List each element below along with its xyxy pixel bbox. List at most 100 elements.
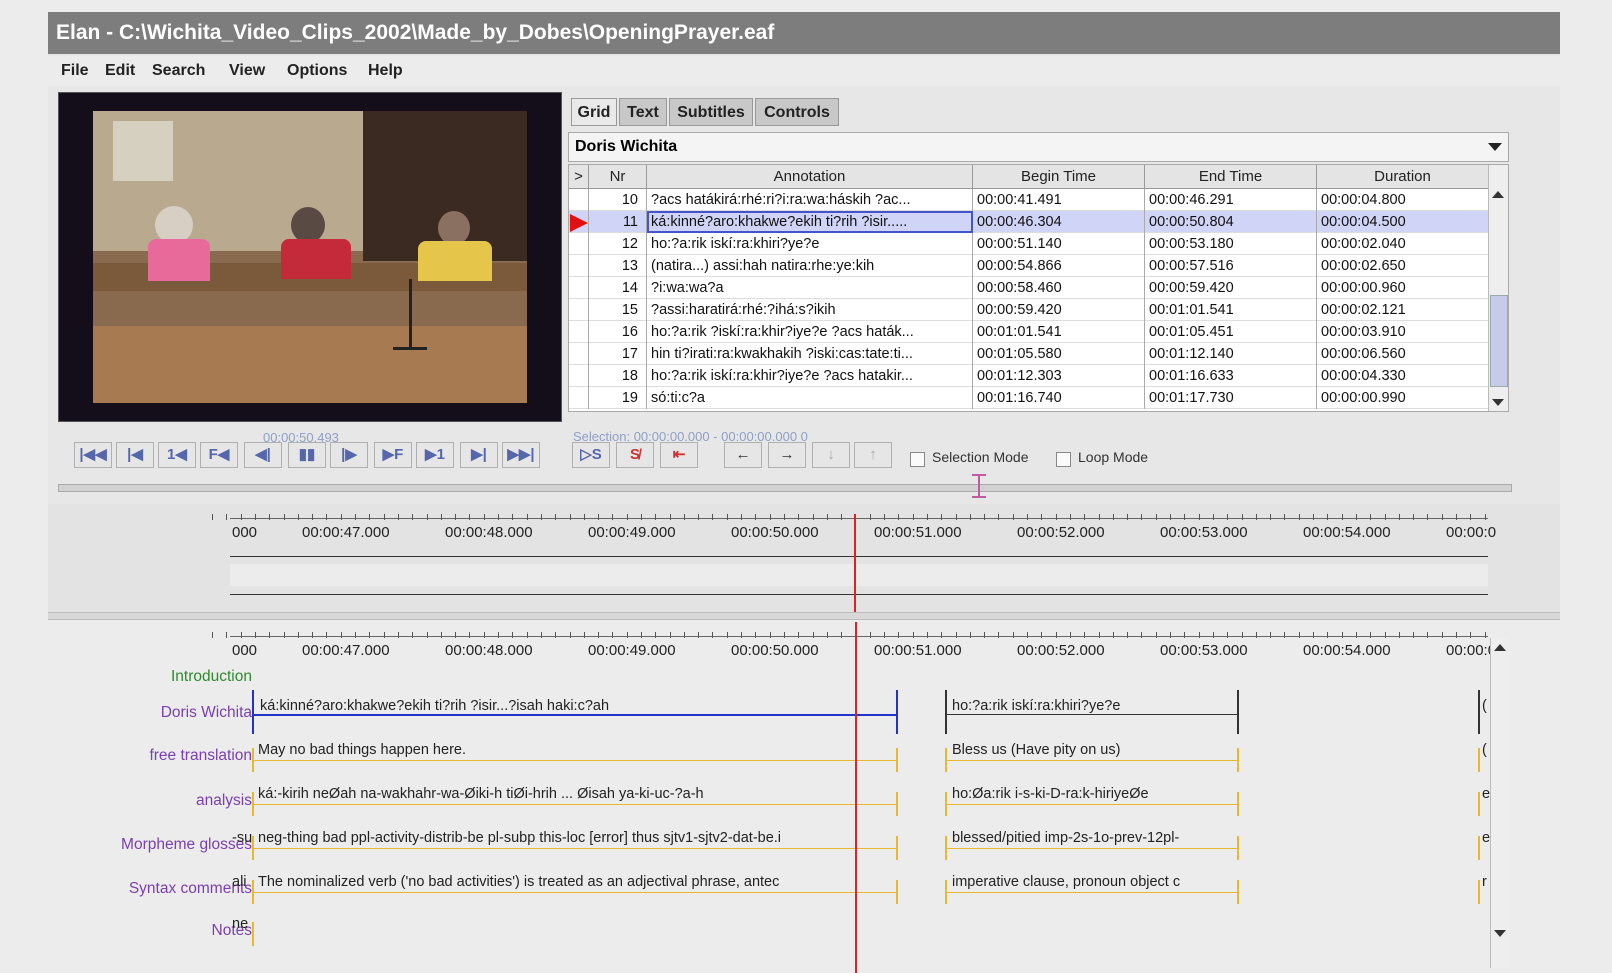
ruler-tick [326, 514, 327, 520]
grid-row[interactable]: 13 (natira...) assi:hah natira:rhe:ye:kih… [569, 255, 1489, 277]
grid-cell-annotation[interactable]: ?i:wa:wa?a [647, 277, 973, 299]
grid-row[interactable]: 10 ?acs hatákirá:rhé:ri?i:ra:wa:háskih ?a… [569, 189, 1489, 211]
tab-text[interactable]: Text [619, 98, 667, 126]
go-to-begin-button[interactable]: |◀◀ [74, 442, 112, 468]
previous-frame-button[interactable]: F◀ [200, 442, 238, 468]
annotation-translation-2[interactable]: Bless us (Have pity on us) [952, 742, 1232, 758]
pause-button[interactable]: ▮▮ [288, 442, 326, 468]
annotation-doris-1[interactable]: ká:kinné?aro:khakwe?ekih ti?rih ?isir...… [260, 698, 890, 714]
tab-grid[interactable]: Grid [571, 98, 617, 126]
splitter-handle[interactable] [48, 612, 1560, 620]
annotation-doris-2[interactable]: ho:?a:rik iskí:ra:khiri?ye?e [952, 698, 1232, 714]
grid-cell-annotation[interactable]: (natira...) assi:hah natira:rhe:ye:kih [647, 255, 973, 277]
grid-header-begin[interactable]: Begin Time [973, 165, 1145, 189]
annotation-below-button[interactable]: ↓ [812, 442, 850, 468]
grid-scroll-thumb[interactable] [1490, 295, 1508, 387]
grid-row[interactable]: 11 ká:kinné?aro:khakwe?ekih ti?rih ?isir.… [569, 211, 1489, 233]
grid-row[interactable]: 18 ho:?a:rik iskí:ra:khir?iye?e ?acs hata… [569, 365, 1489, 387]
grid-cell-annotation[interactable]: ho:?a:rik ?iskí:ra:khir?iye?e ?acs haták… [647, 321, 973, 343]
ruler-tick [927, 514, 928, 520]
menu-search[interactable]: Search [152, 56, 205, 86]
video-viewer[interactable] [58, 92, 562, 422]
timeline-scrollbar[interactable] [1490, 638, 1509, 968]
timeline-viewer[interactable]: 000 00:00:47.000 00:00:48.000 00:00:49.000 0… [48, 620, 1560, 973]
grid-header-duration[interactable]: Duration [1317, 165, 1489, 189]
annotation-translation-3-edge[interactable]: ( [1482, 742, 1490, 758]
annotation-analysis-1[interactable]: ká:-kirih neØah na-wakhahr-wa-Øiki-h tiØ… [258, 786, 892, 802]
scroll-up-icon[interactable] [1492, 191, 1504, 198]
grid-row[interactable]: 14 ?i:wa:wa?a 00:00:58.460 00:00:59.420 00:0… [569, 277, 1489, 299]
go-to-end-button[interactable]: ▶▶| [502, 442, 540, 468]
video-frame [93, 111, 527, 403]
annotation-gloss-1[interactable]: neg-thing bad ppl-activity-distrib-be pl… [258, 830, 892, 846]
grid-row[interactable]: 19 só:ti:c?a 00:01:16.740 00:01:17.730 00:00… [569, 387, 1489, 409]
scroll-up-icon[interactable] [1494, 644, 1506, 651]
annotation-analysis-2[interactable]: ho:Øa:rik i-s-ki-D-ra:k-hiriyeØe [952, 786, 1232, 802]
previous-second-button[interactable]: 1◀ [158, 442, 196, 468]
annotation-translation-1[interactable]: May no bad things happen here. [258, 742, 892, 758]
grid-header-annotation[interactable]: Annotation [647, 165, 973, 189]
grid-cell-annotation[interactable]: ?acs hatákirá:rhé:ri?i:ra:wa:háskih ?ac.… [647, 189, 973, 211]
tier-selector[interactable]: Doris Wichita [568, 132, 1509, 162]
grid-cell-annotation[interactable]: ho:?a:rik iskí:ra:khir?iye?e ?acs hataki… [647, 365, 973, 387]
menu-help[interactable]: Help [368, 56, 403, 86]
clear-selection-button[interactable]: S̸ [616, 442, 654, 468]
ruler-tick [1170, 514, 1171, 520]
loop-mode-checkbox[interactable] [1056, 452, 1071, 467]
grid-header-nr[interactable]: Nr [589, 165, 647, 189]
grid-cell-annotation[interactable]: ká:kinné?aro:khakwe?ekih ti?rih ?isir...… [647, 211, 973, 233]
annotation-syntax-1[interactable]: The nominalized verb ('no bad activities… [258, 874, 892, 890]
menu-options[interactable]: Options [287, 56, 347, 86]
tier-label-introduction[interactable]: Introduction [171, 668, 252, 686]
grid-cell-annotation[interactable]: hin ti?irati:ra:kwakhakih ?iski:cas:tate… [647, 343, 973, 365]
play-selection-button[interactable]: ▷S [572, 442, 610, 468]
menu-view[interactable]: View [229, 56, 265, 86]
scroll-down-icon[interactable] [1492, 399, 1504, 406]
annotation-syntax-2[interactable]: imperative clause, pronoun object c [952, 874, 1232, 890]
next-frame-button[interactable]: ▶F [374, 442, 412, 468]
tier-label-doris-wichita[interactable]: Doris Wichita [161, 704, 252, 722]
annotation-syntax-prev-edge[interactable]: ali [232, 874, 252, 890]
next-scrollview-button[interactable]: ▶| [460, 442, 498, 468]
ruler-tick [241, 514, 242, 520]
annotation-above-button[interactable]: ↑ [854, 442, 892, 468]
grid-cell-annotation[interactable]: ho:?a:rik iskí:ra:khiri?ye?e [647, 233, 973, 255]
grid-row[interactable]: 15 ?assi:haratirá:rhé:?ihá:s?ikih 00:00:59… [569, 299, 1489, 321]
timeline-slider[interactable] [58, 484, 1512, 492]
scroll-down-icon[interactable] [1494, 930, 1506, 937]
previous-pixel-button[interactable]: ◀| [244, 442, 282, 468]
annotation-syntax-3-edge[interactable]: r [1482, 874, 1490, 890]
grid-scrollbar[interactable] [1488, 165, 1508, 411]
annotation-analysis-3-edge[interactable]: e [1482, 786, 1490, 802]
ruler-tick [1141, 514, 1142, 520]
annotation-doris-3-edge[interactable]: ( [1482, 698, 1490, 714]
next-annotation-button[interactable]: → [768, 442, 806, 468]
grid-header-end[interactable]: End Time [1145, 165, 1317, 189]
tier-label-analysis[interactable]: analysis [196, 792, 252, 810]
menu-edit[interactable]: Edit [105, 56, 135, 86]
waveform-track[interactable] [230, 564, 1488, 586]
selection-mode-checkbox[interactable] [910, 452, 925, 467]
selection-boundary-button[interactable]: ⇤ [660, 442, 698, 468]
tab-subtitles[interactable]: Subtitles [669, 98, 753, 126]
chevron-down-icon[interactable] [1488, 143, 1502, 151]
previous-scrollview-button[interactable]: |◀ [116, 442, 154, 468]
signal-viewer[interactable]: 000 00:00:47.000 00:00:48.000 00:00:49.000 0… [48, 504, 1560, 614]
slider-cursor[interactable] [978, 474, 980, 498]
grid-row[interactable]: 16 ho:?a:rik ?iskí:ra:khir?iye?e ?acs hat… [569, 321, 1489, 343]
grid-row[interactable]: 12 ho:?a:rik iskí:ra:khiri?ye?e 00:00:51.1… [569, 233, 1489, 255]
previous-annotation-button[interactable]: ← [724, 442, 762, 468]
tier-label-free-translation[interactable]: free translation [149, 747, 252, 765]
annotation-gloss-2[interactable]: blessed/pitied imp-2s-1o-prev-12pl- [952, 830, 1232, 846]
grid-cell-annotation[interactable]: só:ti:c?a [647, 387, 973, 409]
grid-row[interactable]: 17 hin ti?irati:ra:kwakhakih ?iski:cas:ta… [569, 343, 1489, 365]
ruler-tick [1342, 514, 1343, 520]
annotation-notes-prev-edge[interactable]: ne [232, 916, 252, 932]
next-second-button[interactable]: ▶1 [416, 442, 454, 468]
menu-file[interactable]: File [61, 56, 89, 86]
grid-cell-annotation[interactable]: ?assi:haratirá:rhé:?ihá:s?ikih [647, 299, 973, 321]
annotation-gloss-3-edge[interactable]: e [1482, 830, 1490, 846]
next-pixel-button[interactable]: |▶ [330, 442, 368, 468]
annotation-gloss-prev-edge[interactable]: -su [232, 830, 252, 846]
tab-controls[interactable]: Controls [755, 98, 839, 126]
